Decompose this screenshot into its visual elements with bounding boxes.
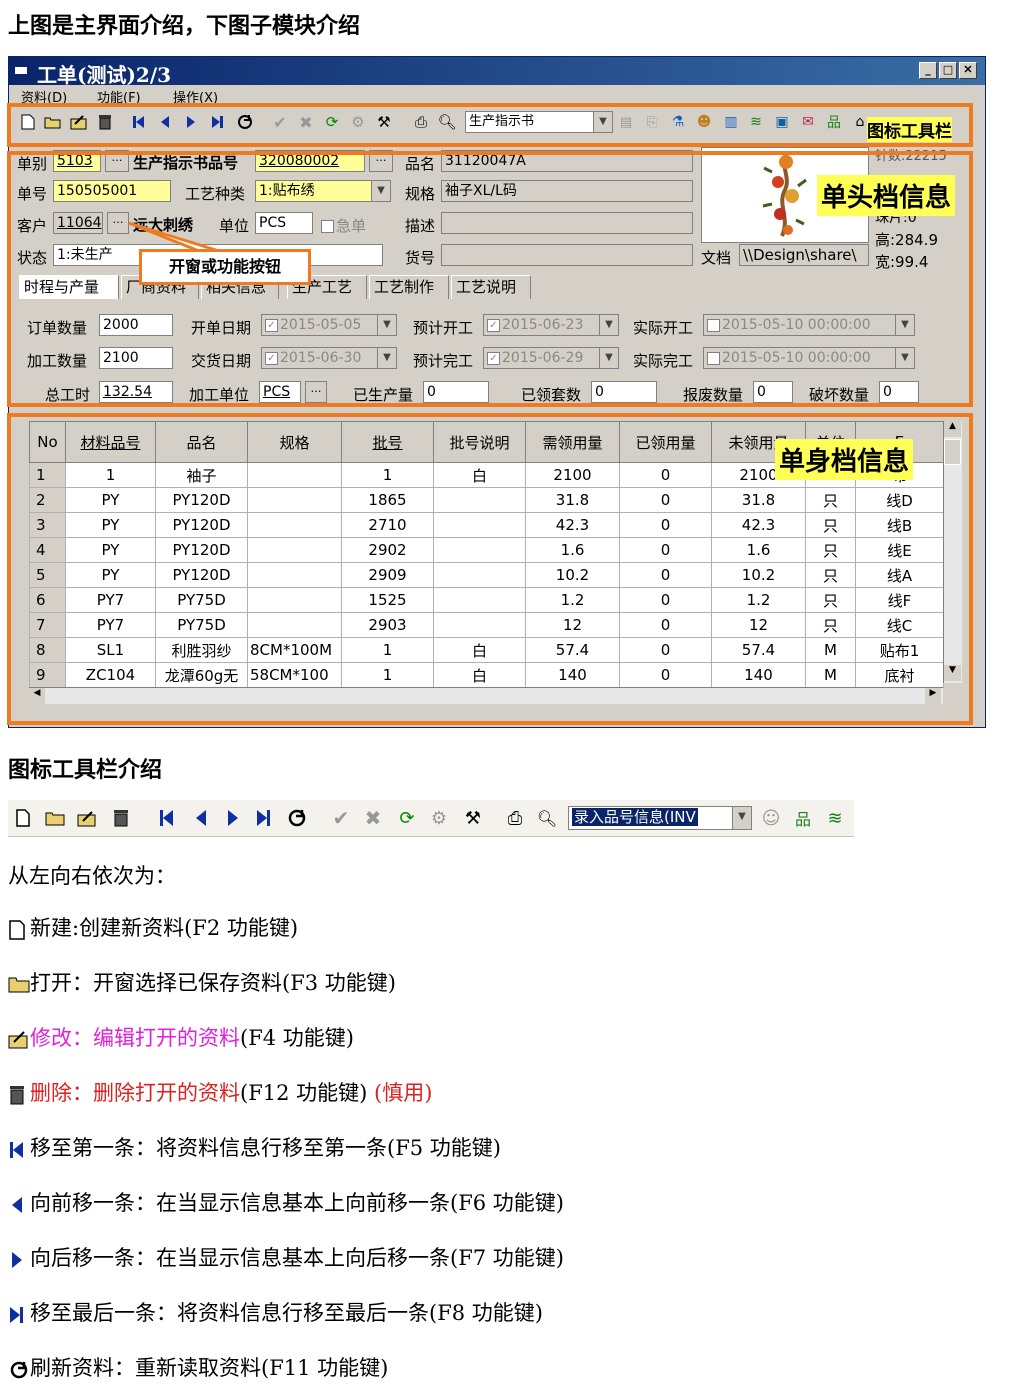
confirm-icon[interactable]: ✔ xyxy=(330,806,352,830)
next-record-icon xyxy=(8,1249,30,1271)
print-icon[interactable]: ⎙ xyxy=(504,807,526,829)
list-item-last: 移至最后一条：将资料信息行移至最后一条(F8 功能键) xyxy=(8,1297,543,1327)
previous-record-icon xyxy=(8,1194,30,1216)
wifi-icon[interactable]: ≋ xyxy=(824,807,846,829)
toolbar-highlight xyxy=(7,103,973,147)
edit-icon xyxy=(8,1029,30,1051)
network-icon[interactable]: 品 xyxy=(792,807,814,829)
function-list: 新建:创建新资料(F2 功能键) 打开：开窗选择已保存资料(F3 功能键) 修改… xyxy=(8,912,1008,1382)
cancel-icon[interactable]: ✖ xyxy=(362,806,384,830)
tool-icon[interactable]: ⚒ xyxy=(462,807,484,829)
last-record-icon xyxy=(8,1304,30,1326)
last-record-icon[interactable] xyxy=(254,807,272,829)
menu-bar: 资料(D) 功能(F) 操作(X) xyxy=(9,85,985,106)
toolbar-section-heading: 图标工具栏介绍 xyxy=(8,757,163,783)
refresh-icon xyxy=(8,1359,30,1381)
toolbar-sample: ✔ ✖ ⟳ ⚙ ⚒ ⎙ 🔍︎ 录入品号信息(INV ▼ ☺ 品 ≋ xyxy=(8,800,854,837)
window-icon xyxy=(15,67,27,74)
body-callout: 单身档信息 xyxy=(775,439,914,480)
previous-record-icon[interactable] xyxy=(192,807,210,829)
title-bar: 工单(测试)2/3 _ □ ✕ xyxy=(9,57,985,87)
delete-icon[interactable] xyxy=(112,807,130,829)
preview-icon[interactable]: 🔍︎ xyxy=(536,807,558,829)
delete-icon xyxy=(8,1084,30,1106)
chevron-down-icon: ▼ xyxy=(732,807,751,829)
unapprove-icon[interactable]: ⚙ xyxy=(428,807,450,829)
intro-heading: 上图是主界面介绍，下图子模块介绍 xyxy=(8,13,361,39)
new-icon xyxy=(8,919,30,941)
header-callout: 单头档信息 xyxy=(817,175,956,216)
help-icon[interactable]: ☺ xyxy=(760,807,782,829)
new-icon[interactable] xyxy=(14,807,32,829)
next-record-icon[interactable] xyxy=(224,807,242,829)
toolbar-callout: 图标工具栏 xyxy=(867,117,952,142)
refresh-icon[interactable] xyxy=(286,807,308,829)
function-select[interactable]: 录入品号信息(INV ▼ xyxy=(568,806,752,830)
close-button[interactable]: ✕ xyxy=(959,62,977,79)
edit-icon[interactable] xyxy=(76,807,98,829)
minimize-button[interactable]: _ xyxy=(919,62,937,79)
app-window: 工单(测试)2/3 _ □ ✕ 资料(D) 功能(F) 操作(X) ✔ ✖ ⟳ … xyxy=(7,56,986,728)
list-item-edit: 修改：编辑打开的资料(F4 功能键) xyxy=(8,1022,354,1052)
first-record-icon xyxy=(8,1139,30,1161)
approve-icon[interactable]: ⟳ xyxy=(396,807,418,829)
open-button-callout: 开窗或功能按钮 xyxy=(139,249,311,285)
list-item-next: 向后移一条：在当显示信息基本上向后移一条(F7 功能键) xyxy=(8,1242,564,1272)
list-item-first: 移至第一条：将资料信息行移至第一条(F5 功能键) xyxy=(8,1132,501,1162)
order-text: 从左向右依次为： xyxy=(8,864,176,888)
list-item-delete: 删除：删除打开的资料(F12 功能键) (慎用) xyxy=(8,1077,432,1107)
window-title: 工单(测试)2/3 xyxy=(37,63,172,87)
list-item-previous: 向前移一条：在当显示信息基本上向前移一条(F6 功能键) xyxy=(8,1187,564,1217)
list-item-new: 新建:创建新资料(F2 功能键) xyxy=(8,912,298,942)
list-item-refresh: 刷新资料：重新读取资料(F11 功能键) xyxy=(8,1352,388,1382)
first-record-icon[interactable] xyxy=(158,807,176,829)
maximize-button[interactable]: □ xyxy=(939,62,957,79)
open-icon[interactable] xyxy=(44,807,66,829)
list-item-open: 打开：开窗选择已保存资料(F3 功能键) xyxy=(8,967,396,997)
open-icon xyxy=(8,974,30,996)
